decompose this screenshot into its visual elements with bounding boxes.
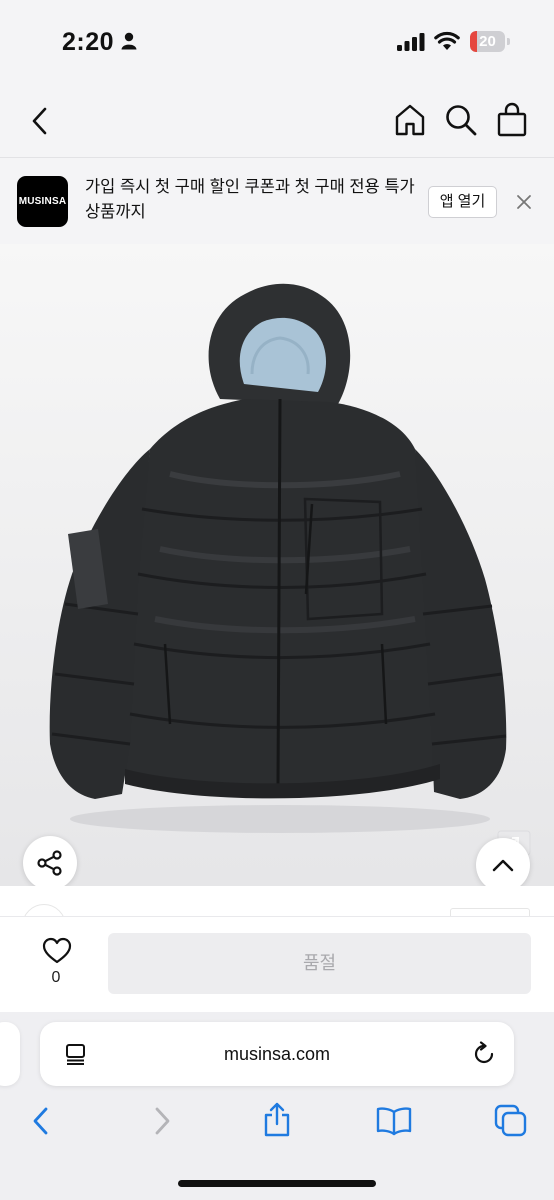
open-app-button[interactable]: 앱 열기 <box>428 186 497 218</box>
signal-icon <box>397 33 425 51</box>
battery-body: 20 <box>470 31 505 52</box>
share-icon[interactable] <box>262 1102 292 1138</box>
safari-toolbar: musinsa.com <box>0 1012 554 1200</box>
status-bar: 2:20 20 <box>0 0 554 84</box>
battery-level: 20 <box>479 33 496 50</box>
reload-icon[interactable] <box>471 1041 497 1067</box>
share-icon <box>37 850 62 876</box>
battery-icon: 20 <box>470 31 510 52</box>
url-text[interactable]: musinsa.com <box>40 1022 514 1086</box>
scroll-top-button[interactable] <box>476 838 530 892</box>
puffer-jacket-image[interactable] <box>30 274 530 844</box>
tabs-icon[interactable] <box>494 1104 528 1138</box>
search-icon[interactable] <box>444 103 478 137</box>
wifi-icon <box>434 31 460 50</box>
product-image-area[interactable] <box>0 244 554 886</box>
home-icon[interactable] <box>394 103 426 137</box>
banner-message: 가입 즉시 첫 구매 할인 쿠폰과 첫 구매 전용 특가 상품까지 <box>85 178 415 221</box>
back-icon[interactable] <box>30 1106 52 1136</box>
previous-tab-edge[interactable] <box>0 1022 20 1086</box>
product-info-peek <box>0 886 554 948</box>
status-time: 2:20 <box>62 28 115 56</box>
chevron-left-icon[interactable] <box>26 104 54 138</box>
sold-out-button[interactable]: 품절 <box>108 933 531 994</box>
like-count: 0 <box>51 969 61 986</box>
close-icon[interactable] <box>515 193 533 211</box>
battery-tip <box>507 38 510 45</box>
share-button[interactable] <box>23 836 77 890</box>
heart-icon[interactable] <box>42 937 72 965</box>
chevron-up-icon <box>492 859 514 872</box>
bookmarks-icon[interactable] <box>376 1106 412 1136</box>
person-icon <box>121 32 137 50</box>
forward-icon[interactable] <box>151 1106 173 1136</box>
musinsa-logo: MUSINSA <box>17 176 68 227</box>
shopping-bag-icon[interactable] <box>496 102 528 138</box>
home-indicator <box>178 1180 376 1187</box>
reader-icon[interactable] <box>64 1042 88 1066</box>
purchase-bar: 0 품절 <box>0 916 554 1012</box>
address-bar[interactable]: musinsa.com <box>40 1022 514 1086</box>
nav-bar <box>0 84 554 158</box>
